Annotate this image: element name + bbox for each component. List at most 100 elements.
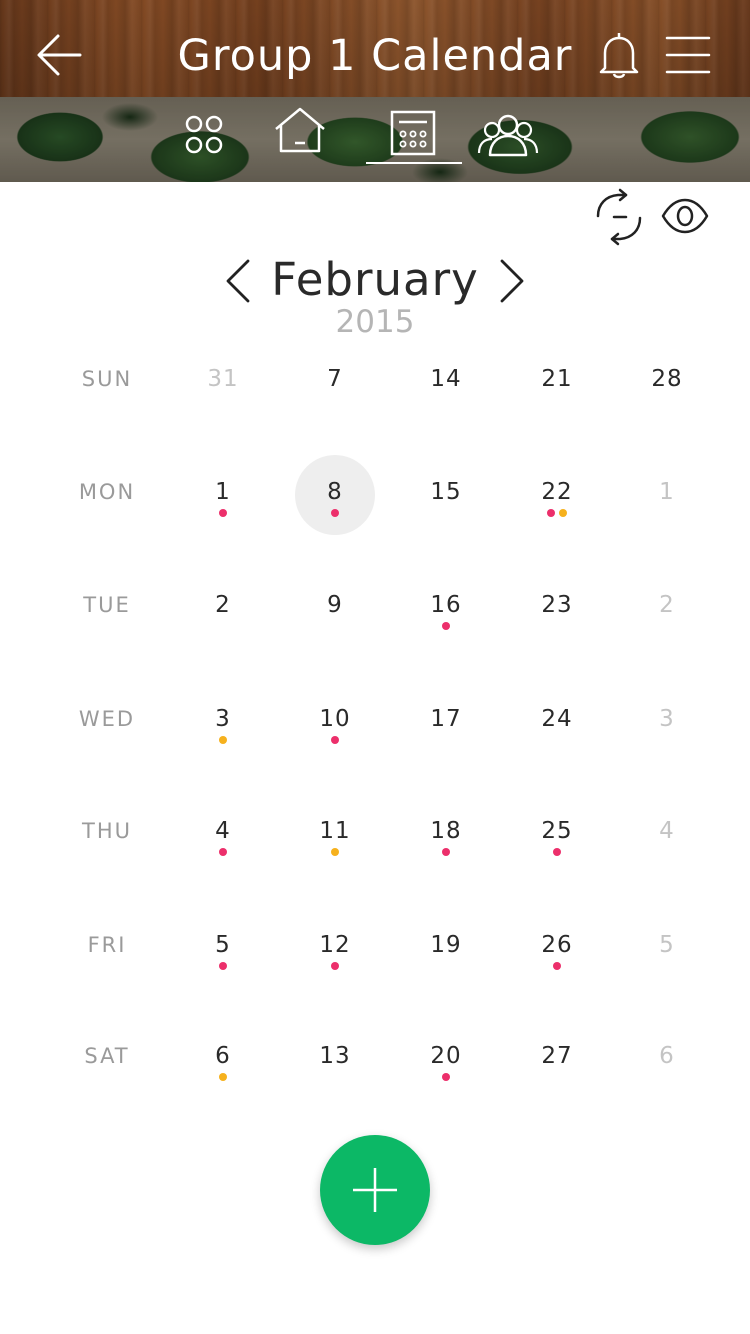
- calendar-day[interactable]: 27: [517, 1019, 597, 1099]
- four-circles-icon: [185, 115, 223, 154]
- tab-groups[interactable]: [476, 105, 540, 167]
- calendar-icon: [390, 110, 436, 156]
- day-number: 2: [215, 592, 231, 618]
- tab-calendar[interactable]: [366, 105, 462, 167]
- calendar-day[interactable]: 12: [295, 908, 375, 988]
- event-dot-pink: [442, 848, 450, 856]
- day-number: 6: [215, 1043, 231, 1069]
- day-number: 1: [215, 479, 231, 505]
- back-arrow-icon: [37, 34, 82, 76]
- calendar-day[interactable]: 16: [406, 568, 486, 648]
- event-indicators: [517, 962, 597, 970]
- day-number: 28: [651, 366, 683, 392]
- calendar-day[interactable]: 17: [406, 682, 486, 762]
- bell-icon: [599, 33, 639, 79]
- day-number: 23: [541, 592, 573, 618]
- next-month-button[interactable]: [492, 256, 532, 306]
- calendar-day[interactable]: 5: [183, 908, 263, 988]
- event-dot-pink: [331, 736, 339, 744]
- event-dot-pink: [331, 509, 339, 517]
- calendar-day[interactable]: 2: [627, 568, 707, 648]
- menu-button[interactable]: [664, 34, 712, 76]
- event-dot-orange: [219, 736, 227, 744]
- notifications-button[interactable]: [596, 30, 642, 80]
- calendar-day[interactable]: 25: [517, 794, 597, 874]
- calendar-day[interactable]: 1: [183, 455, 263, 535]
- weekday-label-tue: TUE: [83, 593, 131, 617]
- day-number: 24: [541, 706, 573, 732]
- calendar-day[interactable]: 4: [627, 794, 707, 874]
- day-number: 2: [659, 592, 675, 618]
- tab-apps[interactable]: [176, 105, 232, 167]
- house-icon: [275, 107, 325, 153]
- calendar-day[interactable]: 18: [406, 794, 486, 874]
- calendar-day[interactable]: 1: [627, 455, 707, 535]
- event-indicators: [295, 848, 375, 856]
- sync-button[interactable]: [592, 188, 646, 246]
- calendar-day[interactable]: 21: [517, 342, 597, 422]
- calendar-day[interactable]: 11: [295, 794, 375, 874]
- tab-home[interactable]: [268, 105, 332, 167]
- event-dot-orange: [219, 1073, 227, 1081]
- day-number: 18: [430, 818, 462, 844]
- back-button[interactable]: [36, 30, 84, 80]
- calendar-day[interactable]: 31: [183, 342, 263, 422]
- calendar-day[interactable]: 23: [517, 568, 597, 648]
- page-title: Group 1 Calendar: [177, 31, 573, 81]
- day-number: 3: [215, 706, 231, 732]
- event-dot-pink: [547, 509, 555, 517]
- event-indicators: [406, 848, 486, 856]
- calendar-day[interactable]: 26: [517, 908, 597, 988]
- calendar-day[interactable]: 20: [406, 1019, 486, 1099]
- calendar-day[interactable]: 5: [627, 908, 707, 988]
- calendar-day[interactable]: 14: [406, 342, 486, 422]
- calendar-day[interactable]: 15: [406, 455, 486, 535]
- weekday-label-fri: FRI: [87, 933, 127, 957]
- calendar-day[interactable]: 4: [183, 794, 263, 874]
- calendar-day[interactable]: 10: [295, 682, 375, 762]
- day-number: 17: [430, 706, 462, 732]
- day-number: 6: [659, 1043, 675, 1069]
- day-number: 31: [207, 366, 239, 392]
- day-number: 4: [659, 818, 675, 844]
- calendar-day[interactable]: 6: [627, 1019, 707, 1099]
- add-event-button[interactable]: [320, 1135, 430, 1245]
- top-bar: Group 1 Calendar: [0, 0, 750, 97]
- hamburger-menu-icon: [665, 36, 711, 74]
- event-indicators: [183, 736, 263, 744]
- day-number: 9: [327, 592, 343, 618]
- day-number: 8: [327, 479, 343, 505]
- visibility-button[interactable]: [660, 196, 710, 236]
- event-indicators: [295, 509, 375, 517]
- month-label: February: [271, 253, 479, 306]
- calendar-day[interactable]: 22: [517, 455, 597, 535]
- event-dot-pink: [219, 509, 227, 517]
- calendar-day[interactable]: 24: [517, 682, 597, 762]
- calendar-day-today[interactable]: 8: [295, 455, 375, 535]
- day-number: 4: [215, 818, 231, 844]
- calendar-day[interactable]: 3: [627, 682, 707, 762]
- day-number: 26: [541, 932, 573, 958]
- day-number: 15: [430, 479, 462, 505]
- day-number: 21: [541, 366, 573, 392]
- event-indicators: [295, 962, 375, 970]
- calendar-day[interactable]: 28: [627, 342, 707, 422]
- chevron-right-icon: [500, 259, 524, 303]
- chevron-left-icon: [226, 259, 250, 303]
- calendar-day[interactable]: 6: [183, 1019, 263, 1099]
- calendar-day[interactable]: 2: [183, 568, 263, 648]
- day-number: 5: [215, 932, 231, 958]
- weekday-label-sun: SUN: [81, 367, 133, 391]
- calendar-day[interactable]: 3: [183, 682, 263, 762]
- calendar-day[interactable]: 13: [295, 1019, 375, 1099]
- event-dot-pink: [331, 962, 339, 970]
- day-number: 16: [430, 592, 462, 618]
- calendar-day[interactable]: 19: [406, 908, 486, 988]
- calendar-day[interactable]: 7: [295, 342, 375, 422]
- sync-icon: [596, 188, 642, 246]
- event-indicators: [183, 1073, 263, 1081]
- previous-month-button[interactable]: [218, 256, 258, 306]
- event-indicators: [406, 622, 486, 630]
- calendar-day[interactable]: 9: [295, 568, 375, 648]
- event-indicators: [183, 509, 263, 517]
